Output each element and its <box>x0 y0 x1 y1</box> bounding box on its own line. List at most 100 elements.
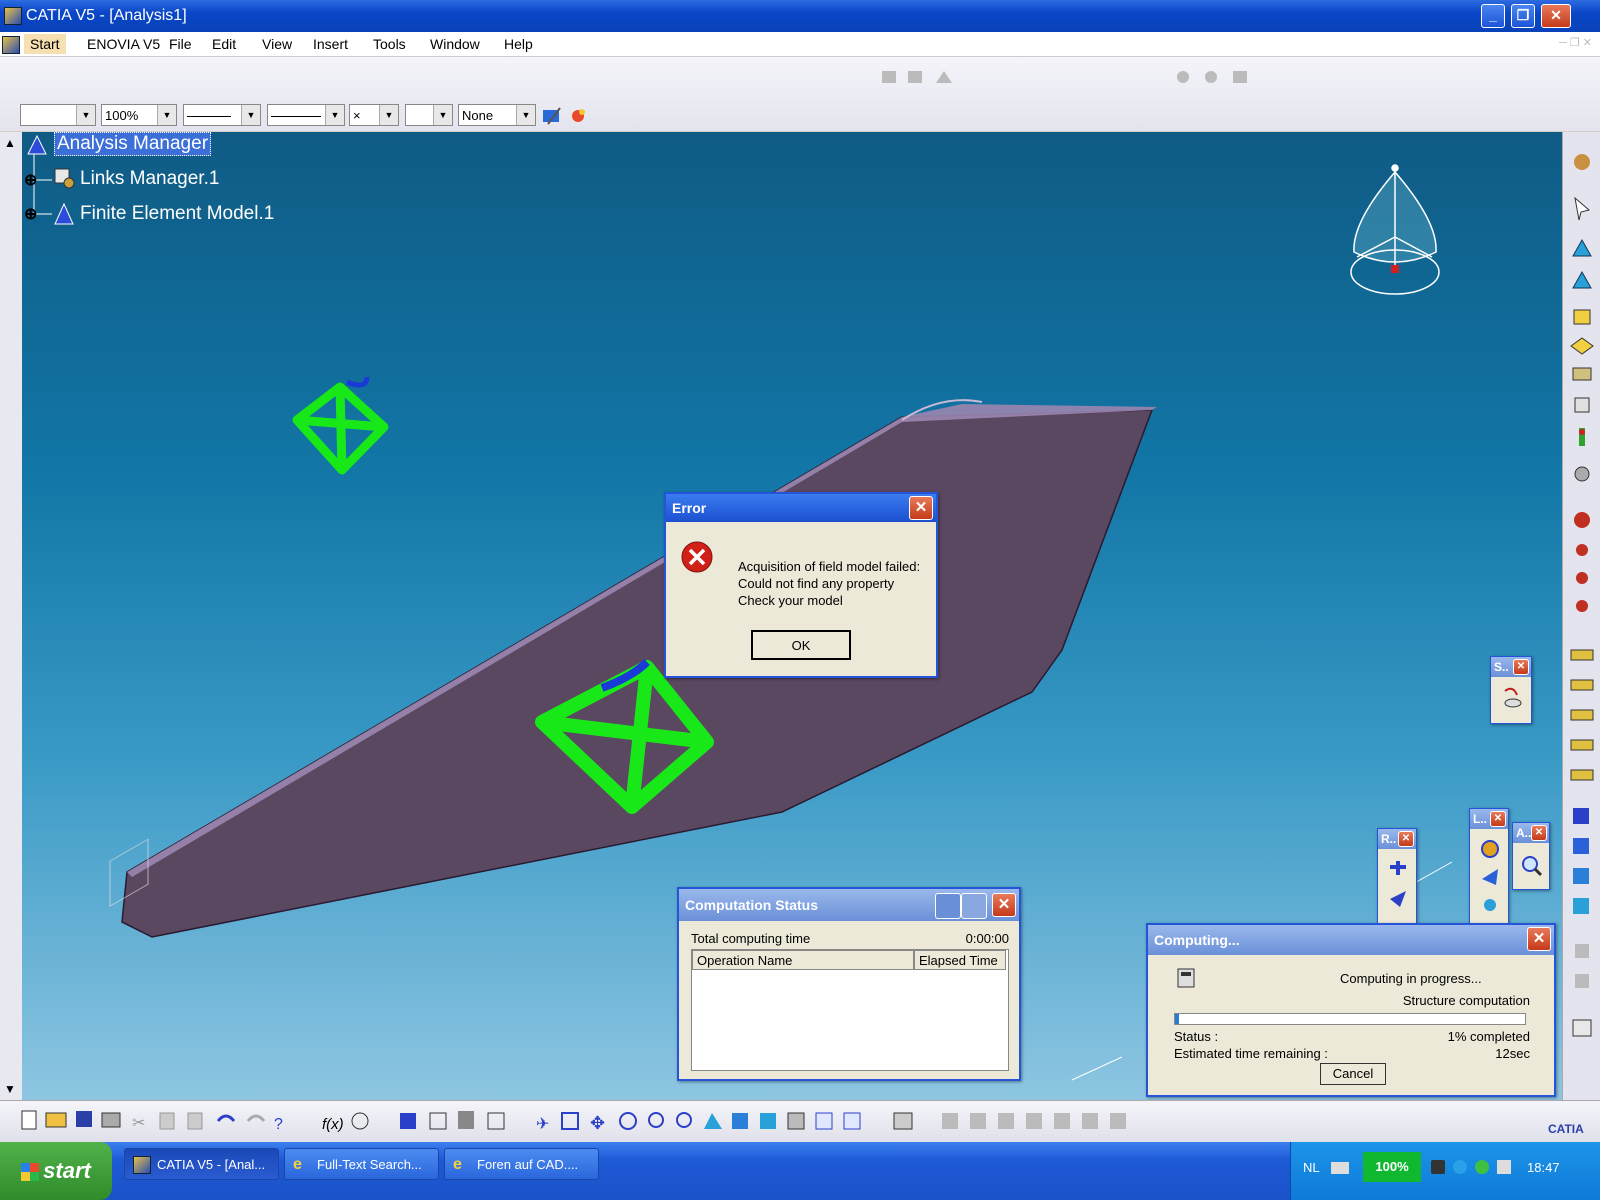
catia-app-icon <box>4 7 22 25</box>
computation-status-titlebar: Computation Status ✕ <box>679 889 1019 921</box>
status-label: Status : <box>1174 1029 1219 1044</box>
keyboard-icon[interactable] <box>1331 1162 1349 1174</box>
error-dialog-title: Error <box>672 500 707 516</box>
expand-icon[interactable]: ⊕ <box>24 170 37 190</box>
close-icon[interactable]: ✕ <box>909 496 933 520</box>
layer-combo[interactable]: None ▼ <box>458 104 536 126</box>
disabled-toolbar-icons <box>882 71 952 83</box>
progress-bar <box>1174 1013 1526 1025</box>
line-weight-combo[interactable]: ▼ <box>267 104 345 126</box>
ok-button[interactable]: OK <box>751 630 851 660</box>
close-icon[interactable]: ✕ <box>1527 927 1551 951</box>
network-icon[interactable] <box>1453 1160 1467 1174</box>
close-button[interactable]: ✕ <box>1541 4 1571 28</box>
mini-toolbar-l: L.. ✕ <box>1469 808 1509 924</box>
ie-icon: e <box>453 1156 462 1173</box>
power-icon[interactable] <box>1431 1160 1445 1174</box>
computing-title: Computing... <box>1154 932 1240 948</box>
svg-text:?: ? <box>274 1116 283 1133</box>
ie-icon: e <box>293 1156 302 1173</box>
cancel-button[interactable]: Cancel <box>1320 1063 1386 1085</box>
tree-root[interactable]: Analysis Manager <box>54 132 212 156</box>
calculator-icon <box>1177 968 1195 988</box>
computation-status-title: Computation Status <box>685 897 818 913</box>
tree-scrollbar[interactable]: ▲ ▼ <box>0 132 22 1100</box>
load-icons[interactable] <box>1478 839 1502 919</box>
storage-icon[interactable] <box>1501 685 1525 713</box>
language-indicator[interactable]: NL <box>1303 1160 1320 1175</box>
close-icon[interactable]: ✕ <box>1490 811 1506 827</box>
maximize-button[interactable] <box>961 893 987 919</box>
task-foren-label: Foren auf CAD.... <box>477 1157 579 1172</box>
menu-help[interactable]: Help <box>504 36 533 52</box>
close-icon[interactable]: ✕ <box>1531 825 1547 841</box>
menu-view[interactable]: View <box>262 36 292 52</box>
svg-text:CATIA: CATIA <box>1548 1122 1584 1136</box>
layer-value: None <box>462 108 494 123</box>
close-icon[interactable]: ✕ <box>1513 659 1529 675</box>
task-fulltext[interactable]: e Full-Text Search... <box>284 1148 439 1180</box>
menu-insert[interactable]: Insert <box>313 36 348 52</box>
error-dialog-titlebar: Error ✕ <box>666 494 936 522</box>
mini-toolbar-l-title: L.. ✕ <box>1470 809 1508 829</box>
window-icon[interactable] <box>1497 1160 1511 1174</box>
total-computing-label: Total computing time <box>691 931 811 946</box>
expand-icon[interactable]: ⊕ <box>24 204 37 224</box>
minimize-button[interactable] <box>935 893 961 919</box>
fem-icon <box>52 202 76 226</box>
computing-message: Computing in progress... <box>1340 971 1482 986</box>
menu-start[interactable]: Start <box>24 34 66 54</box>
menu-tools[interactable]: Tools <box>373 36 406 52</box>
mini-toolbar-s: S.. ✕ <box>1490 656 1532 724</box>
mini-toolbar-a-title: A.. ✕ <box>1513 823 1549 843</box>
minimize-button[interactable]: _ <box>1481 4 1505 28</box>
tree-item-links-manager[interactable]: Links Manager.1 <box>80 168 219 190</box>
compass <box>1350 164 1440 295</box>
column-header-operation[interactable]: Operation Name <box>692 950 914 970</box>
painter-icon[interactable] <box>540 104 590 128</box>
remaining-value: 12sec <box>1495 1046 1530 1061</box>
point-symbol-combo[interactable]: × ▼ <box>349 104 399 126</box>
mini-toolbar-s-label: S.. <box>1494 660 1509 674</box>
tree-item-fem[interactable]: Finite Element Model.1 <box>80 203 274 225</box>
menu-enovia[interactable]: ENOVIA V5 <box>87 36 160 52</box>
scroll-up-arrow[interactable]: ▲ <box>4 136 16 150</box>
status-value: 1% completed <box>1447 1029 1530 1044</box>
maximize-button[interactable]: ❐ <box>1511 4 1535 28</box>
links-manager-icon <box>52 166 76 190</box>
point-symbol: × <box>353 108 361 123</box>
clock[interactable]: 18:47 <box>1527 1160 1560 1175</box>
operations-table[interactable]: Operation Name Elapsed Time <box>691 949 1009 1071</box>
menu-file[interactable]: File <box>169 36 192 52</box>
mdi-window-buttons[interactable]: ─ ❐ ✕ <box>1559 36 1592 49</box>
task-foren[interactable]: e Foren auf CAD.... <box>444 1148 599 1180</box>
catia-menu-icon[interactable] <box>2 36 20 54</box>
menu-edit[interactable]: Edit <box>212 36 236 52</box>
progress-fill <box>1175 1014 1179 1024</box>
mini-toolbar-r: R.. ✕ <box>1377 828 1417 924</box>
error-icon <box>681 541 713 573</box>
svg-text:✥: ✥ <box>590 1113 605 1133</box>
menu-window[interactable]: Window <box>430 36 480 52</box>
close-icon[interactable]: ✕ <box>992 893 1016 917</box>
computing-task: Structure computation <box>1402 993 1530 1008</box>
color-combo[interactable]: ▼ <box>20 104 96 126</box>
line-type-combo[interactable]: ▼ <box>183 104 261 126</box>
task-fulltext-label: Full-Text Search... <box>317 1157 422 1172</box>
svg-text:✈: ✈ <box>536 1116 549 1133</box>
magnifier-icon[interactable] <box>1519 853 1543 881</box>
restraint-icons[interactable] <box>1386 859 1410 919</box>
start-button[interactable]: start <box>0 1142 112 1200</box>
right-toolbar-icons[interactable] <box>1563 132 1600 1100</box>
battery-indicator[interactable]: 100% <box>1363 1152 1421 1182</box>
mini-toolbar-a: A.. ✕ <box>1512 822 1550 890</box>
scroll-down-arrow[interactable]: ▼ <box>4 1082 16 1096</box>
task-catia[interactable]: CATIA V5 - [Anal... <box>124 1148 279 1180</box>
render-style-combo[interactable]: ▼ <box>405 104 453 126</box>
column-header-elapsed[interactable]: Elapsed Time <box>914 950 1006 970</box>
zoom-combo[interactable]: 100% ▼ <box>101 104 177 126</box>
disabled-toolbar-icons-2 <box>1177 71 1247 83</box>
user-icon[interactable] <box>1475 1160 1489 1174</box>
bottom-toolbar-icons[interactable]: ✂ ? f(x) ✈ ✥ CATIA <box>0 1101 1600 1143</box>
close-icon[interactable]: ✕ <box>1398 831 1414 847</box>
